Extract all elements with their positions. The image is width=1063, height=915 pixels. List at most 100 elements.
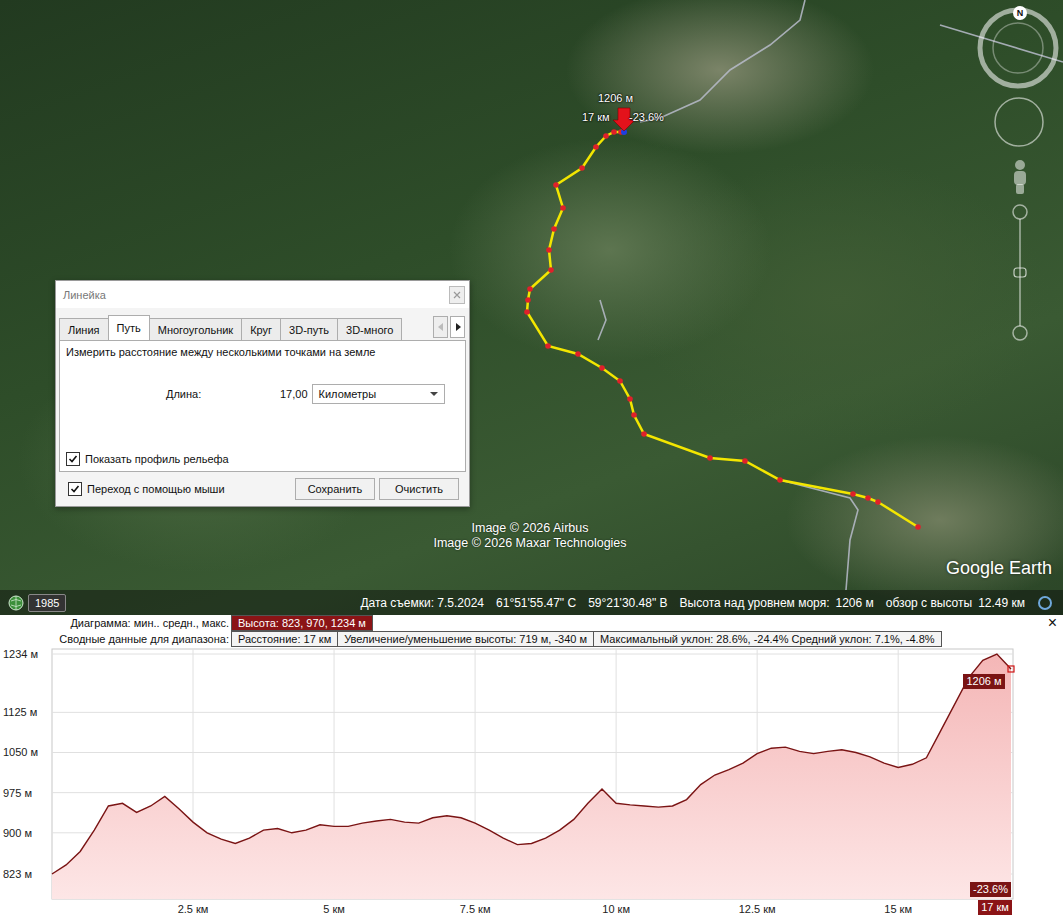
credit-line: Image © 2026 Maxar Technologies <box>433 536 626 551</box>
window-title: Линейка <box>63 289 106 301</box>
zoom-slider-icon[interactable] <box>1013 205 1027 340</box>
route-point[interactable] <box>560 205 566 211</box>
checkbox[interactable] <box>66 452 80 466</box>
range-stat: Расстояние: 17 км <box>231 631 338 647</box>
tab[interactable]: 3D-много <box>337 318 402 340</box>
route-point[interactable] <box>865 495 871 501</box>
move-joystick-icon[interactable] <box>995 98 1043 146</box>
tab[interactable]: Путь <box>108 315 150 340</box>
route-point[interactable] <box>707 455 713 461</box>
length-label: Длина: <box>166 388 280 400</box>
route-point[interactable] <box>545 343 551 349</box>
google-earth-logo: Google Earth <box>946 558 1052 579</box>
arrow-right-icon <box>455 323 461 331</box>
route-point[interactable] <box>875 499 881 505</box>
cursor-slope-badge: -23.6% <box>970 882 1011 897</box>
length-row: Длина:17,00 Километры <box>66 384 459 404</box>
svg-text:1125 м: 1125 м <box>3 706 37 718</box>
show-profile-checkbox[interactable]: Показать профиль рельефа <box>66 452 459 466</box>
tab[interactable]: Многоугольник <box>149 318 242 340</box>
navigation-controls[interactable] <box>975 0 1063 350</box>
route-point[interactable] <box>742 458 748 464</box>
close-button[interactable] <box>449 286 465 304</box>
footer-button[interactable]: Сохранить <box>295 478 375 500</box>
compass-ring-icon[interactable] <box>980 10 1056 86</box>
checkbox[interactable] <box>68 482 82 496</box>
elevation-group: Высота над уровнем моря:1206 м <box>680 596 874 610</box>
route-point[interactable] <box>546 247 552 253</box>
title-bar[interactable]: Линейка <box>56 281 469 308</box>
svg-text:1050 м: 1050 м <box>3 746 38 758</box>
dropdown-arrow-icon <box>430 392 438 396</box>
route-point[interactable] <box>641 431 647 437</box>
tab-scroll-right[interactable] <box>450 316 465 338</box>
svg-text:12.5 км: 12.5 км <box>739 903 776 915</box>
height-summary: Высота: 823, 970, 1234 м <box>231 615 373 631</box>
check-icon <box>68 454 78 464</box>
globe-icon <box>8 595 24 611</box>
imagery-credits: Image © 2026 AirbusImage © 2026 Maxar Te… <box>380 521 680 551</box>
cursor-marker <box>1008 666 1014 672</box>
elevation-chart[interactable]: 1234 м1125 м1050 м975 м900 м823 м2.5 км5… <box>0 647 1063 915</box>
route-point[interactable] <box>617 378 623 384</box>
route-point[interactable] <box>631 412 637 418</box>
svg-text:-23.6%: -23.6% <box>973 883 1008 895</box>
mouse-navigation-checkbox[interactable]: Переход с помощью мыши <box>68 482 225 496</box>
svg-text:823 м: 823 м <box>3 868 32 880</box>
tab[interactable]: Круг <box>241 318 281 340</box>
road-line <box>640 0 805 122</box>
y-tick: 1234 м <box>3 648 1013 660</box>
route-point[interactable] <box>548 267 554 273</box>
cursor-distance-badge: 17 км <box>978 900 1012 915</box>
look-joystick-icon[interactable] <box>993 23 1043 73</box>
footer: Переход с помощью мыши СохранитьОчистить <box>56 472 469 506</box>
svg-text:1206 м: 1206 м <box>966 675 1001 687</box>
summary-row: Диаграмма: мин.. средн., макс.Высота: 82… <box>0 615 1063 631</box>
svg-text:10 км: 10 км <box>602 903 630 915</box>
route-point[interactable] <box>599 365 605 371</box>
svg-text:5 км: 5 км <box>323 903 345 915</box>
svg-text:2.5 км: 2.5 км <box>178 903 209 915</box>
road-line <box>598 300 606 340</box>
route-point[interactable] <box>611 129 617 135</box>
imagery-date: Дата съемки: 7.5.2024 <box>360 596 484 610</box>
route-point[interactable] <box>915 524 921 530</box>
tab[interactable]: 3D-путь <box>280 318 338 340</box>
year-box[interactable]: 1985 <box>28 594 66 612</box>
route-point[interactable] <box>579 165 585 171</box>
tab[interactable]: Линия <box>59 318 109 340</box>
route-point[interactable] <box>525 297 531 303</box>
footer-button[interactable]: Очистить <box>379 478 459 500</box>
length-value: 17,00 <box>280 388 308 400</box>
route-point[interactable] <box>593 144 599 150</box>
tab-strip: ЛинияПутьМногоугольникКруг3D-путь3D-мног… <box>59 315 431 340</box>
route-point[interactable] <box>575 351 581 357</box>
svg-text:17 км: 17 км <box>981 901 1009 913</box>
map-view[interactable]: 1206 м17 км-23.6%NImage © 2026 AirbusIma… <box>0 0 1063 615</box>
route-point[interactable] <box>553 182 559 188</box>
elevation-line <box>52 654 1011 874</box>
range-stat: Увеличение/уменьшение высоты: 719 м, -34… <box>337 631 594 647</box>
google-earth-page: 1206 м 17 км -23.6% N Image © 2026 AirbusIma… <box>0 0 1063 915</box>
unit-select[interactable]: Километры <box>312 384 445 404</box>
route-point[interactable] <box>551 226 557 232</box>
route-point[interactable] <box>850 491 856 497</box>
close-profile-button[interactable]: × <box>1048 615 1057 631</box>
ruler-window[interactable]: Линейка ЛинияПутьМногоугольникКруг3D-путь… <box>55 280 470 507</box>
route-point[interactable] <box>527 286 533 292</box>
elevation-area <box>52 654 1011 899</box>
path-elevation-label: 1206 м <box>598 92 633 104</box>
svg-text:15 км: 15 км <box>884 903 912 915</box>
range-stat: Максимальный уклон: 28.6%, -24.4% Средни… <box>593 631 941 647</box>
y-tick: 1125 м <box>3 706 1013 718</box>
compass-north[interactable]: N <box>1013 6 1027 20</box>
route-point[interactable] <box>603 133 609 139</box>
latitude: 61°51'55.47" С <box>496 596 576 610</box>
check-icon <box>70 484 80 494</box>
route-point[interactable] <box>524 309 530 315</box>
route-point[interactable] <box>777 477 783 483</box>
pegman-icon[interactable] <box>1014 160 1026 194</box>
tab-scroll-left[interactable] <box>433 316 448 338</box>
route-point[interactable] <box>627 396 633 402</box>
historical-imagery[interactable]: 1985 <box>8 594 66 612</box>
